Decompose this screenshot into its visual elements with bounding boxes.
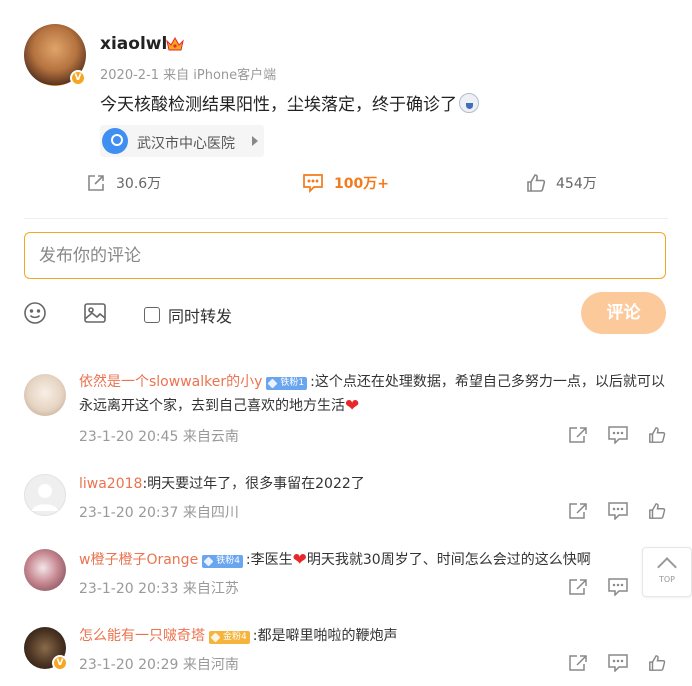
divider	[24, 218, 668, 219]
commenter-name[interactable]: 怎么能有一只啵奇塔	[79, 628, 205, 644]
heart-icon: ❤	[345, 396, 360, 416]
like-count: 454万	[556, 176, 597, 192]
submit-comment-button[interactable]: 评论	[581, 292, 666, 334]
thumbs-up-icon[interactable]	[648, 654, 666, 672]
comment-button[interactable]: 100万+	[302, 168, 389, 198]
post-text: 今天核酸检测结果阳性，尘埃落定，终于确诊了	[100, 95, 457, 115]
reply-icon[interactable]	[608, 502, 628, 520]
commenter-name[interactable]: w橙子橙子Orange	[79, 552, 198, 568]
thumbs-up-icon[interactable]	[648, 502, 666, 520]
comment-text: :李医生	[245, 552, 293, 568]
reply-icon[interactable]	[608, 654, 628, 672]
comment-text: 明天我就30周岁了、时间怎么会过的这么快啊	[306, 552, 591, 568]
comment-source: 来自江苏	[182, 581, 239, 597]
comment-count: 100万+	[334, 176, 389, 192]
comment-actions	[568, 654, 666, 672]
commenter-avatar[interactable]	[24, 549, 66, 591]
comment-input[interactable]	[25, 233, 665, 278]
commenter-name[interactable]: liwa2018	[79, 476, 142, 492]
comment-meta: 23-1-20 20:37 来自四川	[79, 502, 239, 522]
chevron-right-icon	[252, 136, 258, 146]
comment-content: 怎么能有一只啵奇塔 金粉4:都是噼里啪啦的鞭炮声	[79, 624, 669, 648]
back-to-top-label: TOP	[658, 575, 675, 584]
post-content: 今天核酸检测结果阳性，尘埃落定，终于确诊了	[100, 90, 479, 115]
crown-icon	[166, 36, 184, 51]
post-actions: 30.6万 100万+ 454万	[0, 168, 692, 198]
comment-input-box[interactable]	[24, 232, 666, 279]
thumbs-up-icon[interactable]	[648, 426, 666, 444]
emoji-icon[interactable]	[23, 301, 47, 325]
location-tag[interactable]: 武汉市中心医院	[100, 125, 264, 157]
thumbs-up-icon	[527, 174, 546, 192]
comment-time: 23-1-20 20:45	[79, 429, 179, 445]
comment-meta: 23-1-20 20:45 来自云南	[79, 426, 239, 446]
composer-toolbar: 同时转发 评论	[0, 292, 692, 334]
share-icon	[88, 175, 104, 191]
like-button[interactable]: 454万	[526, 168, 597, 198]
share-icon[interactable]	[568, 654, 588, 672]
comment-content: w橙子橙子Orange 铁粉4:李医生❤明天我就30周岁了、时间怎么会过的这么快啊	[79, 548, 669, 572]
commenter-avatar[interactable]	[24, 374, 66, 416]
location-label: 武汉市中心医院	[137, 136, 235, 152]
comment-text: :都是噼里啪啦的鞭炮声	[252, 628, 398, 644]
comment-source: 来自河南	[182, 657, 239, 673]
fan-badge: 金粉4	[209, 631, 250, 644]
share-icon[interactable]	[568, 502, 588, 520]
comment-icon	[303, 174, 323, 193]
default-avatar-icon	[32, 484, 58, 511]
share-count: 30.6万	[116, 176, 162, 192]
comment-actions	[568, 426, 666, 444]
post-source: 来自 iPhone客户端	[163, 68, 277, 83]
repost-checkbox[interactable]	[144, 307, 160, 323]
comment-meta: 23-1-20 20:33 来自江苏	[79, 578, 239, 598]
heart-icon: ❤	[292, 550, 307, 570]
comment-time: 23-1-20 20:37	[79, 505, 179, 521]
back-to-top-button[interactable]: TOP	[642, 547, 692, 597]
repost-label: 同时转发	[168, 307, 233, 326]
post-date: 2020-2-1	[100, 68, 160, 83]
repost-toggle[interactable]: 同时转发	[144, 303, 232, 327]
comment-source: 来自四川	[182, 505, 239, 521]
post-meta: 2020-2-1 来自 iPhone客户端	[100, 64, 276, 83]
location-pin-icon	[102, 128, 128, 154]
chevron-up-icon	[657, 557, 677, 577]
shocked-emoji-icon	[459, 93, 479, 113]
share-button[interactable]: 30.6万	[86, 168, 161, 198]
comment-content: 依然是一个slowwalker的小y 铁粉1:这个点还在处理数据，希望自己多努力一…	[79, 370, 669, 418]
fan-badge: 铁粉4	[202, 555, 243, 568]
comment-time: 23-1-20 20:29	[79, 657, 179, 673]
comment-source: 来自云南	[182, 429, 239, 445]
commenter-avatar[interactable]	[24, 474, 66, 516]
comment-text: :明天要过年了，很多事留在2022了	[142, 476, 365, 492]
reply-icon[interactable]	[608, 426, 628, 444]
reply-icon[interactable]	[608, 578, 628, 596]
image-icon[interactable]	[83, 301, 107, 325]
comment-meta: 23-1-20 20:29 来自河南	[79, 654, 239, 674]
commenter-name[interactable]: 依然是一个slowwalker的小y	[79, 374, 262, 390]
comment-content: liwa2018:明天要过年了，很多事留在2022了	[79, 472, 669, 496]
fan-badge: 铁粉1	[266, 377, 308, 390]
comment-time: 23-1-20 20:33	[79, 581, 179, 597]
verified-badge: V	[52, 655, 68, 671]
share-icon[interactable]	[568, 426, 588, 444]
verified-badge: V	[70, 70, 86, 86]
share-icon[interactable]	[568, 578, 588, 596]
comment-actions	[568, 502, 666, 520]
author-username[interactable]: xiaolwl	[100, 34, 167, 54]
